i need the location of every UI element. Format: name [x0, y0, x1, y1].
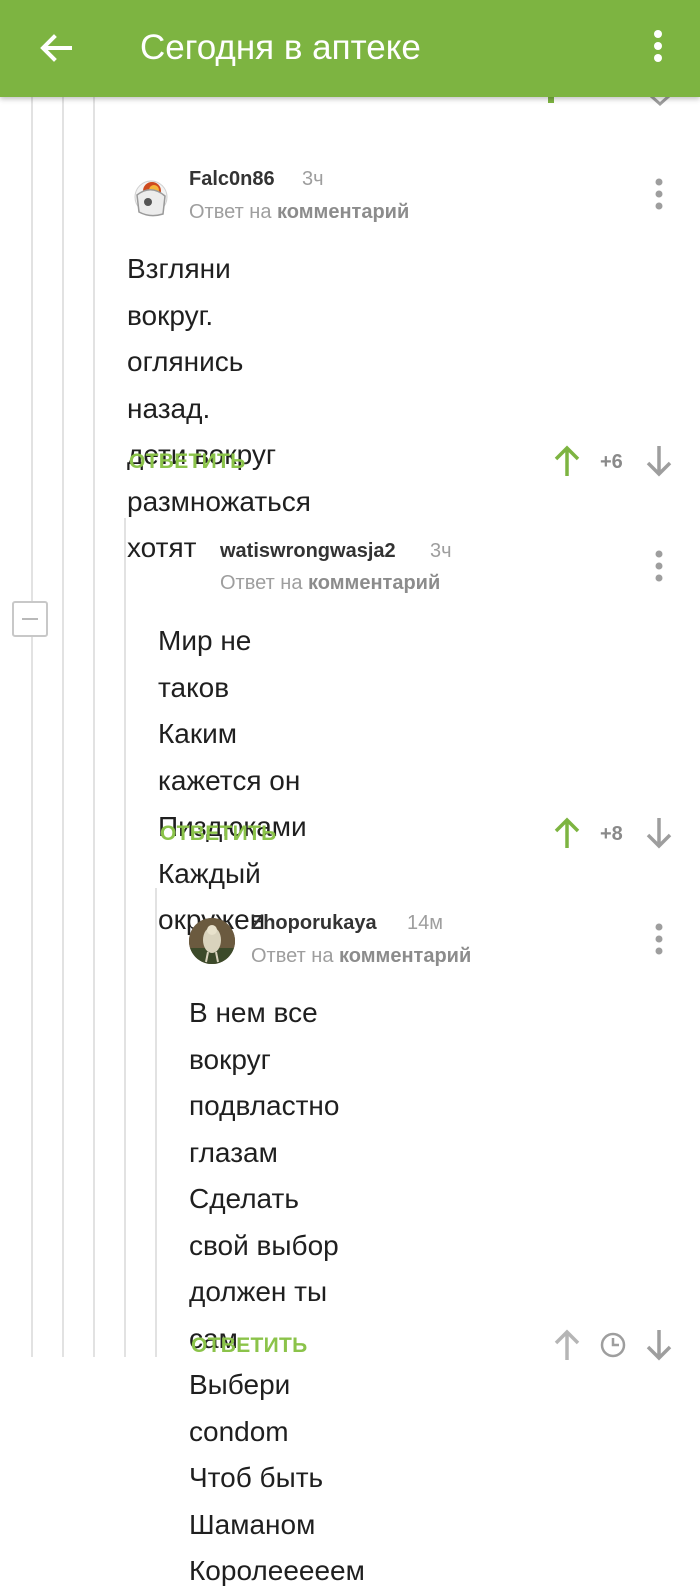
- reply-button[interactable]: ОТВЕТИТЬ: [191, 1334, 308, 1358]
- reply-button[interactable]: ОТВЕТИТЬ: [129, 450, 246, 474]
- downvote-arrow-icon[interactable]: [645, 444, 673, 478]
- reply-to-prefix: Ответ на: [220, 572, 303, 594]
- upvote-arrow-icon[interactable]: [553, 816, 581, 850]
- thread-line: [93, 97, 95, 1357]
- reply-button[interactable]: ОТВЕТИТЬ: [160, 822, 277, 846]
- comment-author[interactable]: Zhoporukaya: [251, 912, 377, 935]
- reply-to-link[interactable]: комментарий: [277, 201, 409, 223]
- comment-rating: +8: [600, 823, 623, 845]
- collapse-thread-button[interactable]: [12, 601, 48, 637]
- avatar-image: [189, 918, 235, 964]
- upvote-arrow-icon[interactable]: [553, 444, 581, 478]
- reply-to-info: Ответ на комментарий: [189, 201, 409, 224]
- previous-upvote-fragment: [548, 97, 554, 103]
- reply-to-prefix: Ответ на: [189, 201, 272, 223]
- avatar[interactable]: [128, 174, 174, 220]
- comment-text: Мир не таков Каким кажется он Пиздюками …: [158, 625, 307, 935]
- reply-to-link[interactable]: комментарий: [339, 945, 471, 967]
- page-title: Сегодня в аптеке: [140, 28, 421, 67]
- comment-menu-icon[interactable]: [647, 548, 671, 584]
- comment-menu-icon[interactable]: [647, 176, 671, 212]
- thread-line: [31, 97, 33, 601]
- reply-to-link[interactable]: комментарий: [308, 572, 440, 594]
- comment-menu-icon[interactable]: [647, 921, 671, 957]
- reply-to-info: Ответ на комментарий: [251, 945, 471, 968]
- comment-text: Взгляни вокруг. оглянись назад. дети вок…: [127, 253, 311, 563]
- comment-author[interactable]: watiswrongwasja2: [220, 540, 396, 563]
- avatar[interactable]: [189, 918, 235, 964]
- comment-text: В нем все вокруг подвластно глазам Сдела…: [189, 997, 365, 1586]
- comment-time: 3ч: [430, 540, 452, 562]
- downvote-arrow-icon[interactable]: [645, 816, 673, 850]
- thread-line: [124, 518, 126, 1357]
- clock-icon: [600, 1332, 626, 1358]
- reply-to-info: Ответ на комментарий: [220, 572, 440, 595]
- avatar-image: [134, 180, 168, 217]
- comment-time: 14м: [407, 912, 443, 934]
- thread-line: [155, 888, 157, 1357]
- thread-line: [31, 637, 33, 1357]
- thread-line: [62, 97, 64, 1357]
- more-vertical-icon[interactable]: [640, 26, 676, 70]
- comment-author[interactable]: Falc0n86: [189, 168, 275, 191]
- comment-rating: +6: [600, 451, 623, 473]
- reply-to-prefix: Ответ на: [251, 945, 334, 967]
- back-arrow-icon[interactable]: [34, 26, 78, 70]
- app-bar: Сегодня в аптеке: [0, 0, 700, 97]
- comment-time: 3ч: [302, 168, 324, 190]
